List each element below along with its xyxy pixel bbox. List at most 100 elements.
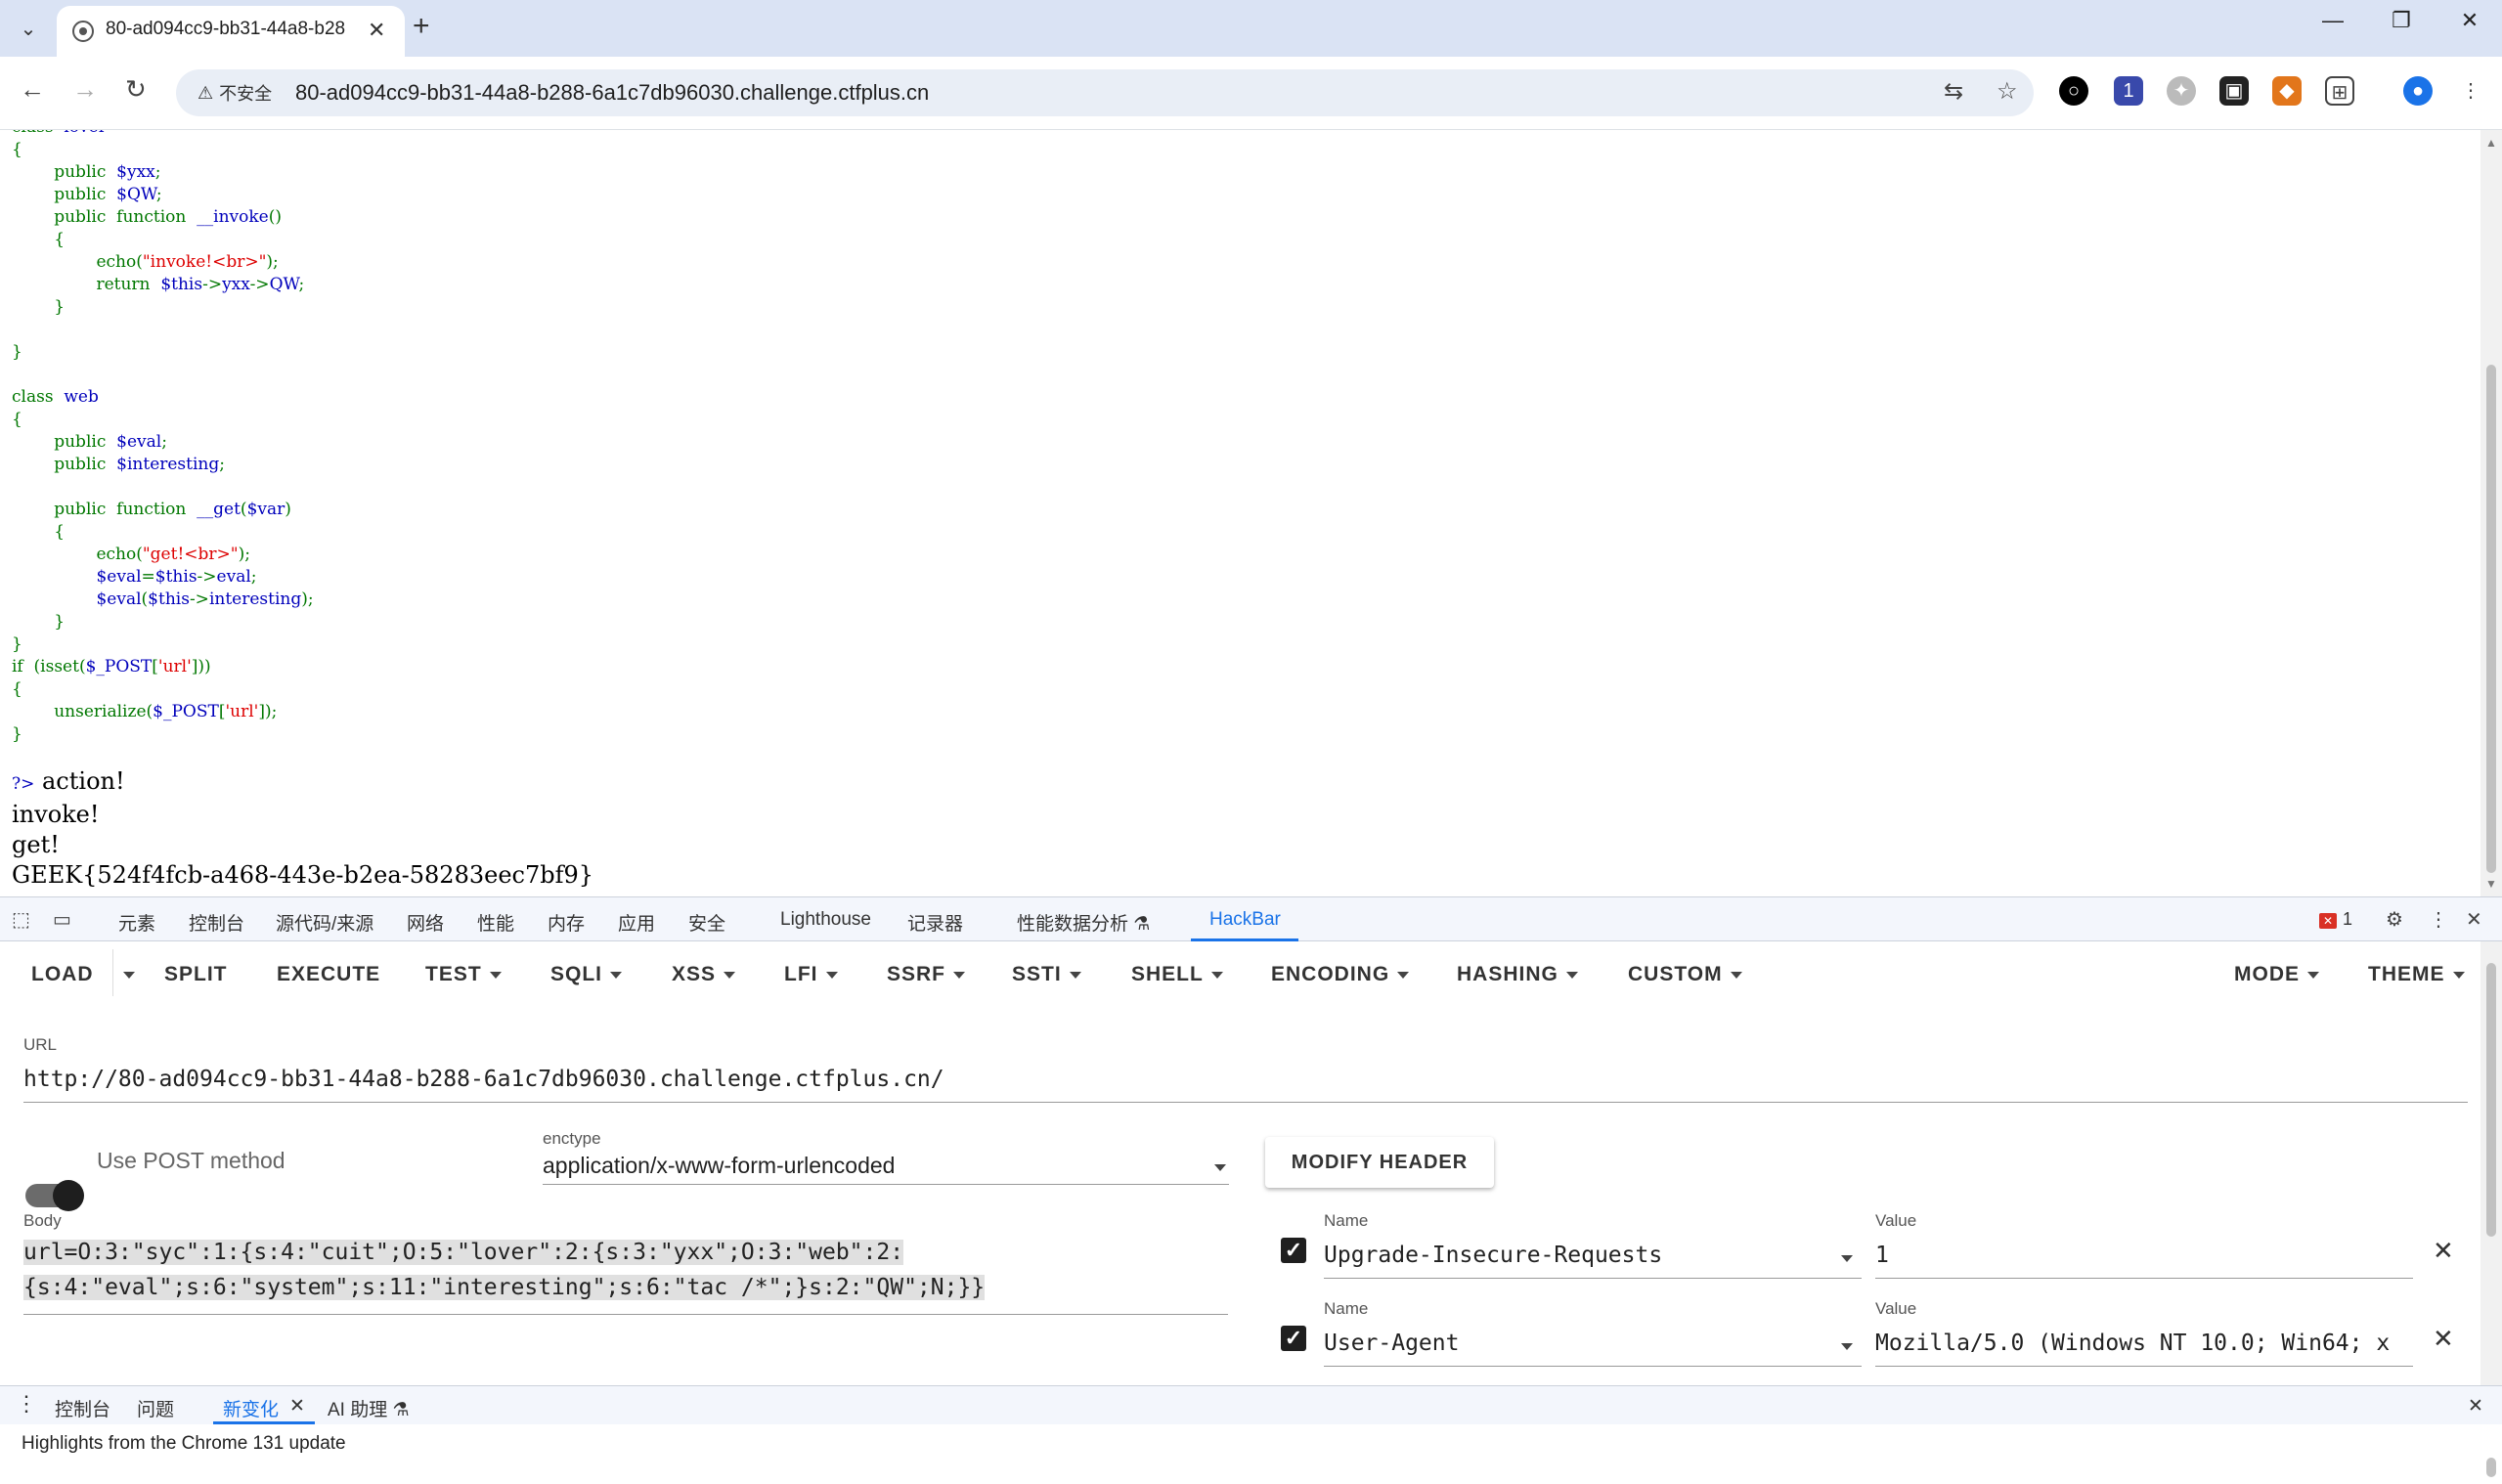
window-close-button[interactable]: ✕ xyxy=(2440,8,2499,33)
reload-icon[interactable]: ↻ xyxy=(125,74,147,105)
split-button[interactable]: SPLIT xyxy=(164,963,228,986)
page-scrollbar[interactable]: ▲ ▼ xyxy=(2480,130,2502,896)
shell-menu[interactable]: SHELL xyxy=(1131,963,1223,986)
browser-tab-active[interactable]: 80-ad094cc9-bb31-44a8-b28 ✕ xyxy=(57,6,405,57)
scrollbar-thumb[interactable] xyxy=(2486,1458,2496,1477)
hackbar-scrollbar[interactable] xyxy=(2480,941,2502,1385)
tab-security[interactable]: 安全 xyxy=(688,909,725,936)
drawer-menu-icon[interactable]: ⋮ xyxy=(16,1391,37,1417)
drawer-scrollbar[interactable] xyxy=(2480,1432,2502,1484)
forward-icon[interactable]: → xyxy=(72,74,98,105)
scroll-up-icon[interactable]: ▲ xyxy=(2485,136,2497,150)
tab-recorder[interactable]: 记录器 xyxy=(907,909,963,936)
drawer-tab-close-icon[interactable]: ✕ xyxy=(289,1395,305,1418)
puzzle-icon[interactable]: ⊞ xyxy=(2325,76,2354,106)
settings-gear-icon[interactable]: ⚙ xyxy=(2386,907,2403,932)
ssti-menu[interactable]: SSTI xyxy=(1012,963,1081,986)
tab-performance[interactable]: 性能 xyxy=(477,909,514,936)
inspect-element-icon[interactable]: ⬚ xyxy=(12,907,30,932)
header-enabled-checkbox[interactable]: ✓ xyxy=(1281,1326,1306,1351)
ssrf-menu[interactable]: SSRF xyxy=(887,963,966,986)
code-line: return $this->yxx->QW; xyxy=(12,275,305,294)
site-info-chip[interactable]: ⚠ 不安全 xyxy=(186,75,284,110)
load-button[interactable]: LOAD xyxy=(31,963,94,986)
remove-header-icon[interactable]: ✕ xyxy=(2433,1324,2454,1354)
address-bar[interactable]: ⚠ 不安全 80-ad094cc9-bb31-44a8-b288-6a1c7db… xyxy=(176,69,2034,116)
scrollbar-thumb[interactable] xyxy=(2486,365,2496,873)
modify-header-button[interactable]: MODIFY HEADER xyxy=(1265,1137,1494,1188)
chevron-down-icon xyxy=(1069,971,1081,979)
error-count-badge[interactable]: ✕ 1 xyxy=(2319,909,2352,930)
load-dropdown-button[interactable] xyxy=(115,963,135,986)
lfi-menu[interactable]: LFI xyxy=(784,963,838,986)
chevron-down-icon[interactable] xyxy=(1841,1255,1853,1262)
tab-strip: ⌄ 80-ad094cc9-bb31-44a8-b28 ✕ + — ❐ ✕ xyxy=(0,0,2502,57)
error-icon: ✕ xyxy=(2319,913,2337,929)
metamask-icon[interactable]: ◆ xyxy=(2272,76,2302,106)
game-icon[interactable]: ▣ xyxy=(2219,76,2249,106)
custom-menu[interactable]: CUSTOM xyxy=(1628,963,1742,986)
header-name-underline xyxy=(1324,1366,1862,1367)
chevron-down-icon xyxy=(825,971,838,979)
remove-header-icon[interactable]: ✕ xyxy=(2433,1236,2454,1266)
new-tab-button[interactable]: + xyxy=(413,10,430,43)
test-menu[interactable]: TEST xyxy=(425,963,502,986)
devtools-menu-icon[interactable]: ⋮ xyxy=(2429,907,2448,932)
record-icon[interactable]: ○ xyxy=(2059,76,2088,106)
tab-hackbar[interactable]: HackBar xyxy=(1209,909,1281,931)
drawer-close-icon[interactable]: ✕ xyxy=(2468,1395,2483,1418)
mode-menu[interactable]: MODE xyxy=(2234,963,2319,986)
hashing-menu[interactable]: HASHING xyxy=(1457,963,1578,986)
scrollbar-thumb[interactable] xyxy=(2486,963,2496,1237)
body-field-label: Body xyxy=(23,1211,62,1230)
tab-application[interactable]: 应用 xyxy=(618,909,655,936)
drawer-tab-console[interactable]: 控制台 xyxy=(55,1395,110,1421)
header-enabled-checkbox[interactable]: ✓ xyxy=(1281,1238,1306,1263)
tab-network[interactable]: 网络 xyxy=(407,909,444,936)
tab-console[interactable]: 控制台 xyxy=(189,909,244,936)
header-name-underline xyxy=(1324,1278,1862,1279)
post-method-toggle[interactable] xyxy=(25,1180,84,1211)
url-text[interactable]: 80-ad094cc9-bb31-44a8-b288-6a1c7db96030.… xyxy=(295,80,929,106)
chevron-down-icon[interactable] xyxy=(1214,1164,1226,1171)
tab-search-chevron-icon[interactable]: ⌄ xyxy=(12,12,45,45)
device-toolbar-icon[interactable]: ▭ xyxy=(53,907,71,932)
header-name-label: Name xyxy=(1324,1211,1369,1230)
devtools-close-icon[interactable]: ✕ xyxy=(2466,907,2482,932)
scroll-down-icon[interactable]: ▼ xyxy=(2485,877,2497,891)
tab-memory[interactable]: 内存 xyxy=(548,909,585,936)
drawer-tab-issues[interactable]: 问题 xyxy=(137,1395,174,1421)
tab-close-icon[interactable]: ✕ xyxy=(368,18,385,43)
sqli-menu[interactable]: SQLI xyxy=(550,963,623,986)
drawer-tab-whats-new[interactable]: 新变化 xyxy=(223,1395,279,1421)
translate-icon[interactable]: ⇆ xyxy=(1944,77,1963,106)
chevron-down-icon xyxy=(1730,971,1742,979)
star-icon[interactable]: ☆ xyxy=(1997,77,2018,106)
execute-button[interactable]: EXECUTE xyxy=(277,963,380,986)
theme-menu[interactable]: THEME xyxy=(2368,963,2465,986)
extension-badge-icon[interactable]: 1 xyxy=(2114,76,2143,106)
tab-lighthouse[interactable]: Lighthouse xyxy=(780,909,871,931)
back-icon[interactable]: ← xyxy=(20,74,45,105)
body-textarea[interactable]: url=O:3:"syc":1:{s:4:"cuit";O:5:"lover":… xyxy=(23,1235,1228,1305)
profile-icon[interactable]: ● xyxy=(2403,76,2433,106)
header-name-input[interactable]: Upgrade-Insecure-Requests xyxy=(1324,1243,1662,1268)
code-line: if (isset($_POST['url'])) xyxy=(12,657,211,677)
enctype-select[interactable]: application/x-www-form-urlencoded xyxy=(543,1153,895,1179)
tab-performance-insights[interactable]: 性能数据分析 ⚗ xyxy=(1017,909,1150,936)
minimize-button[interactable]: — xyxy=(2304,8,2362,33)
header-name-input[interactable]: User-Agent xyxy=(1324,1331,1459,1356)
header-value-input[interactable]: 1 xyxy=(1875,1243,1889,1268)
xss-menu[interactable]: XSS xyxy=(672,963,736,986)
menu-icon[interactable]: ⋮ xyxy=(2456,76,2485,106)
encoding-menu[interactable]: ENCODING xyxy=(1271,963,1410,986)
tab-sources[interactable]: 源代码/来源 xyxy=(276,909,373,936)
drawer-tab-ai-assistant[interactable]: AI 助理 ⚗ xyxy=(328,1395,410,1421)
browser-toolbar: ← → ↻ ⚠ 不安全 80-ad094cc9-bb31-44a8-b288-6… xyxy=(0,57,2502,130)
chevron-down-icon[interactable] xyxy=(1841,1343,1853,1350)
header-value-input[interactable]: Mozilla/5.0 (Windows NT 10.0; Win64; x xyxy=(1875,1331,2413,1356)
restore-button[interactable]: ❐ xyxy=(2372,8,2431,33)
tab-elements[interactable]: 元素 xyxy=(118,909,155,936)
globe-icon[interactable]: ✦ xyxy=(2167,76,2196,106)
url-input[interactable]: http://80-ad094cc9-bb31-44a8-b288-6a1c7d… xyxy=(23,1067,944,1092)
